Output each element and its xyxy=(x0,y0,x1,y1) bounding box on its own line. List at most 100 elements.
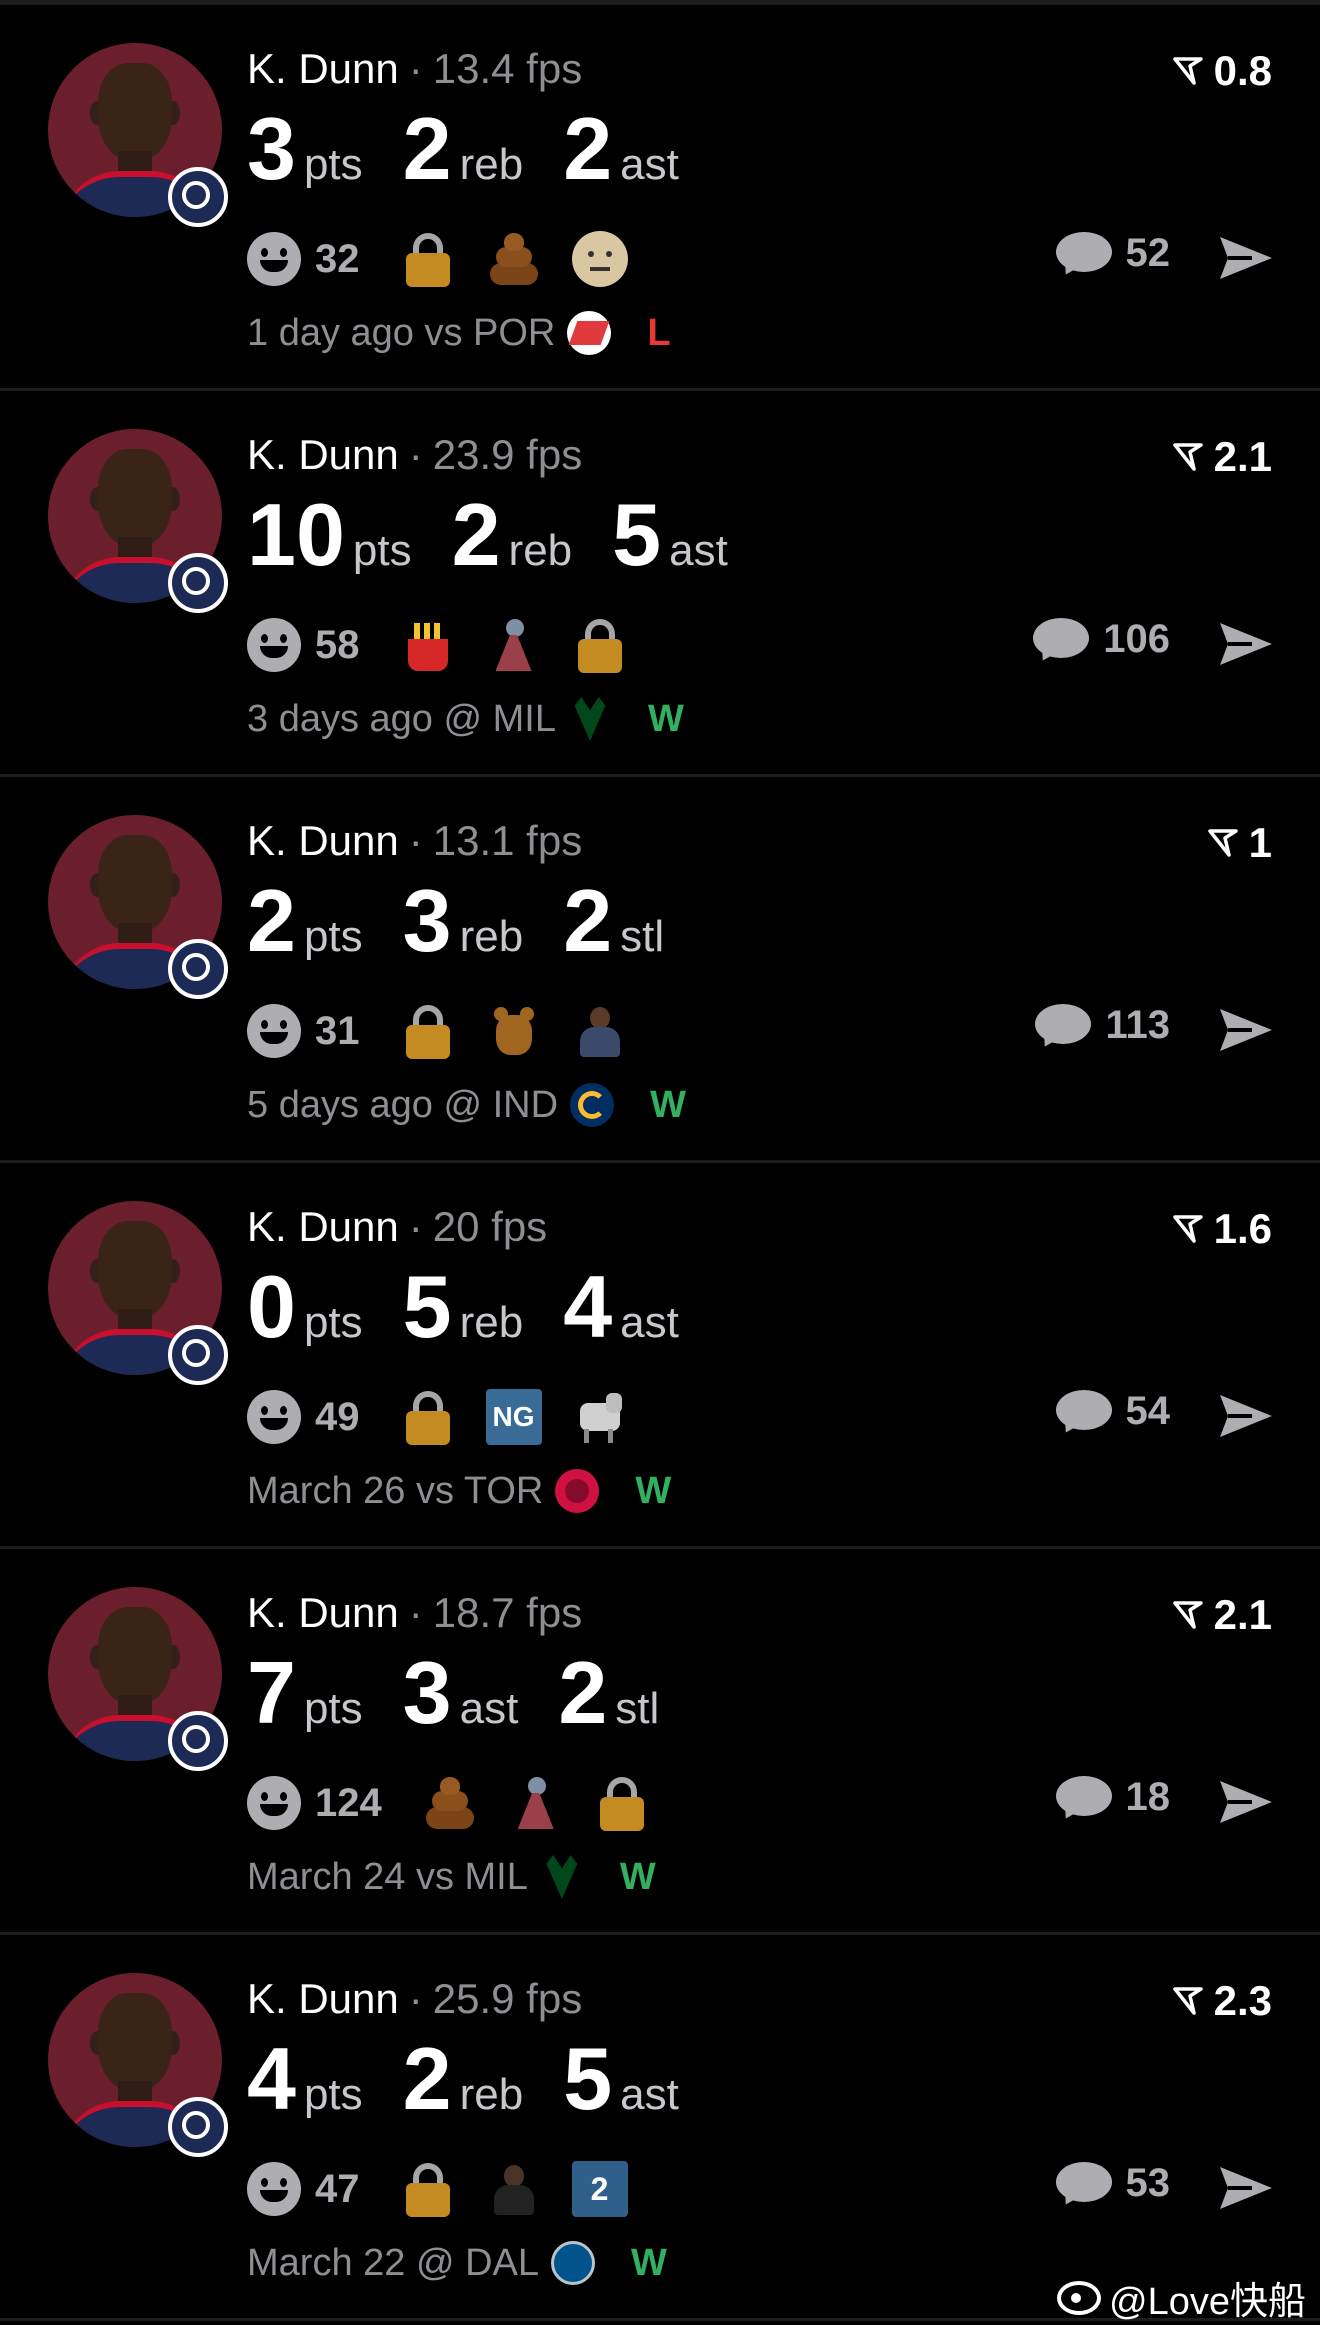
stat-item: 3 pts xyxy=(247,105,363,193)
stat-value: 2 xyxy=(402,2029,452,2128)
bear-icon[interactable] xyxy=(486,1003,542,1059)
share-icon[interactable] xyxy=(1218,1005,1274,1055)
share-icon[interactable] xyxy=(1218,2163,1274,2213)
game-info[interactable]: March 26 vs TOR W xyxy=(247,1469,671,1513)
stat-item: 3 reb xyxy=(403,877,524,965)
vase-icon[interactable] xyxy=(486,617,542,673)
game-info[interactable]: March 22 @ DAL W xyxy=(247,2241,667,2285)
poo-icon[interactable] xyxy=(486,231,542,287)
lock-icon[interactable] xyxy=(400,1003,456,1059)
game-date-opponent: March 24 vs MIL xyxy=(247,1855,528,1898)
rating-score[interactable]: 1.6 xyxy=(1172,1205,1272,1253)
lock-icon[interactable] xyxy=(400,1389,456,1445)
stat-label: ast xyxy=(669,526,728,575)
player-name[interactable]: K. Dunn xyxy=(247,1589,399,1636)
person-icon[interactable] xyxy=(572,1003,628,1059)
person-icon[interactable] xyxy=(486,2161,542,2217)
comments-button[interactable]: 54 xyxy=(1055,1389,1171,1434)
game-result: L xyxy=(647,311,671,354)
number-two-icon[interactable]: 2 xyxy=(571,2161,628,2217)
rating-score[interactable]: 2.1 xyxy=(1172,1591,1272,1639)
game-date-opponent: March 22 @ DAL xyxy=(247,2241,540,2284)
game-result: W xyxy=(619,1855,656,1898)
share-icon[interactable] xyxy=(1218,1391,1274,1441)
feed-card[interactable]: K. Dunn · 13.4 fps 0.8 3 pts 2 reb 2 ast 3… xyxy=(0,5,1320,391)
team-badge-icon xyxy=(168,939,228,999)
watermark: @Love快船 xyxy=(1057,2270,1306,2325)
player-name[interactable]: K. Dunn xyxy=(247,817,399,864)
fantasy-points: 18.7 fps xyxy=(432,1589,583,1636)
rating-score[interactable]: 2.3 xyxy=(1172,1977,1272,2025)
comments-button[interactable]: 52 xyxy=(1055,231,1171,276)
player-name[interactable]: K. Dunn xyxy=(247,431,399,478)
smiley-icon[interactable] xyxy=(247,1390,301,1444)
rating-score[interactable]: 0.8 xyxy=(1172,47,1272,95)
game-date-opponent: March 26 vs TOR xyxy=(247,1469,544,1512)
comments-button[interactable]: 106 xyxy=(1033,617,1170,662)
weibo-icon xyxy=(1057,2280,1102,2315)
stat-line: 0 pts 5 reb 4 ast xyxy=(247,1263,719,1351)
comment-count: 54 xyxy=(1125,1389,1171,1433)
comment-bubble-icon xyxy=(1055,2161,1112,2206)
card-title: K. Dunn · 20 fps xyxy=(247,1203,548,1250)
stat-value: 2 xyxy=(402,99,452,198)
stat-line: 10 pts 2 reb 5 ast xyxy=(247,491,768,579)
flag-score-icon xyxy=(1207,829,1238,857)
share-icon[interactable] xyxy=(1218,1777,1274,1827)
feed-card[interactable]: K. Dunn · 18.7 fps 2.1 7 pts 3 ast 2 stl 1… xyxy=(0,1549,1320,1935)
stat-value: 10 xyxy=(247,485,345,584)
stat-label: pts xyxy=(303,2070,363,2119)
player-name[interactable]: K. Dunn xyxy=(247,1203,399,1250)
smiley-icon[interactable] xyxy=(247,232,301,286)
comment-count: 52 xyxy=(1125,231,1171,275)
comment-bubble-icon xyxy=(1033,617,1090,662)
stat-line: 2 pts 3 reb 2 stl xyxy=(247,877,704,965)
dal-logo-icon xyxy=(551,2241,596,2285)
stat-item: 7 pts xyxy=(247,1649,363,1737)
ng-badge-icon[interactable]: NG xyxy=(485,1389,542,1445)
smiley-icon[interactable] xyxy=(247,2162,301,2216)
reaction-count: 31 xyxy=(315,1008,360,1053)
smiley-icon[interactable] xyxy=(247,1776,301,1830)
smiley-icon[interactable] xyxy=(247,618,301,672)
comments-button[interactable]: 18 xyxy=(1055,1775,1170,1820)
smiley-icon[interactable] xyxy=(247,1004,301,1058)
game-result: W xyxy=(650,1083,686,1126)
lock-icon[interactable] xyxy=(400,2161,456,2217)
score-value: 1.6 xyxy=(1213,1205,1272,1252)
game-info[interactable]: March 24 vs MIL W xyxy=(247,1855,656,1899)
rating-score[interactable]: 1 xyxy=(1207,819,1272,867)
player-name[interactable]: K. Dunn xyxy=(247,45,399,92)
card-title: K. Dunn · 23.9 fps xyxy=(247,431,583,478)
game-info[interactable]: 5 days ago @ IND W xyxy=(247,1083,686,1127)
watermark-text: @Love快船 xyxy=(1109,2281,1306,2323)
stat-label: pts xyxy=(303,140,363,189)
lock-icon[interactable] xyxy=(594,1775,650,1831)
player-name[interactable]: K. Dunn xyxy=(247,1975,399,2022)
share-icon[interactable] xyxy=(1218,619,1274,669)
poo-icon[interactable] xyxy=(422,1775,478,1831)
comments-button[interactable]: 113 xyxy=(1035,1003,1170,1048)
stat-item: 2 stl xyxy=(563,877,664,965)
game-info[interactable]: 3 days ago @ MIL W xyxy=(247,697,684,741)
neutral-face-icon[interactable] xyxy=(571,231,628,287)
feed-card[interactable]: K. Dunn · 25.9 fps 2.3 4 pts 2 reb 5 ast 4… xyxy=(0,1935,1320,2321)
comments-button[interactable]: 53 xyxy=(1055,2161,1170,2206)
feed-card[interactable]: K. Dunn · 20 fps 1.6 0 pts 5 reb 4 ast 49 … xyxy=(0,1163,1320,1549)
feed-card[interactable]: K. Dunn · 23.9 fps 2.1 10 pts 2 reb 5 ast … xyxy=(0,391,1320,777)
tor-logo-icon xyxy=(555,1469,600,1513)
fries-icon[interactable] xyxy=(400,617,456,673)
game-info[interactable]: 1 day ago vs POR L xyxy=(247,311,671,355)
game-result: W xyxy=(635,1469,672,1512)
feed-card[interactable]: K. Dunn · 13.1 fps 1 2 pts 3 reb 2 stl 31 … xyxy=(0,777,1320,1163)
stat-item: 2 reb xyxy=(403,105,524,193)
lock-icon[interactable] xyxy=(400,231,456,287)
flag-score-icon xyxy=(1172,1215,1203,1243)
game-result: W xyxy=(647,697,684,740)
rating-score[interactable]: 2.1 xyxy=(1172,433,1272,481)
vase-icon[interactable] xyxy=(508,1775,564,1831)
goat-icon[interactable] xyxy=(572,1389,628,1445)
lock-icon[interactable] xyxy=(572,617,628,673)
stat-value: 2 xyxy=(247,871,296,970)
share-icon[interactable] xyxy=(1218,233,1274,283)
